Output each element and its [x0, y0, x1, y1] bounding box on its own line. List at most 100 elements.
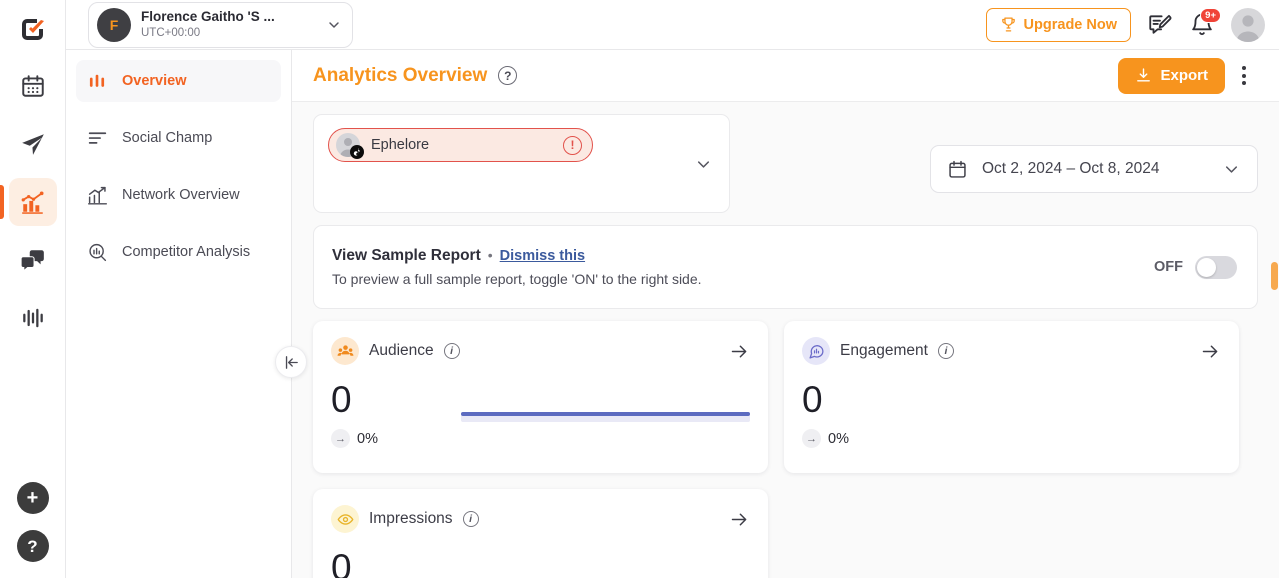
bar-chart-icon	[86, 70, 108, 92]
selected-account-chip[interactable]: Ephelore !	[328, 128, 593, 162]
main-header: Analytics Overview ? Export	[292, 50, 1279, 102]
card-body: 0 → 0%	[802, 381, 1221, 448]
help-button[interactable]: ?	[16, 530, 49, 562]
metric-cards-grid: Audience i 0 → 0% Engagement i 0 → 0% Im…	[313, 321, 1258, 578]
card-header: Impressions i	[331, 505, 750, 533]
trophy-icon	[1000, 16, 1017, 33]
analytics-main: Analytics Overview ? Export Ephelore ! O…	[292, 50, 1279, 578]
sidebar-item-overview[interactable]: Overview	[76, 60, 281, 102]
filters-row: Ephelore ! Oct 2, 2024 – Oct 8, 2024	[313, 114, 1258, 213]
calendar-icon	[947, 159, 968, 180]
metric-delta: → 0%	[331, 429, 461, 448]
info-icon[interactable]: i	[937, 343, 954, 359]
metric-delta-value: 0%	[357, 430, 378, 447]
compose-message-icon[interactable]	[1147, 12, 1173, 38]
export-button[interactable]: Export	[1118, 57, 1225, 94]
sidebar-item-competitor-analysis[interactable]: Competitor Analysis	[76, 231, 281, 273]
account-selector-panel: Ephelore !	[313, 114, 730, 213]
metric-column: 0 → 0%	[331, 381, 461, 448]
card-arrow-right-icon[interactable]	[1200, 341, 1221, 362]
account-warning-icon[interactable]: !	[563, 135, 582, 155]
top-bar-actions: Upgrade Now 9+	[985, 7, 1265, 42]
banner-title-row: View Sample Report • Dismiss this	[332, 247, 702, 265]
account-name: Florence Gaitho 'S ...	[141, 9, 275, 25]
card-arrow-right-icon[interactable]	[729, 509, 750, 530]
dismiss-this-link[interactable]: Dismiss this	[500, 248, 585, 264]
banner-subtitle: To preview a full sample report, toggle …	[332, 271, 702, 287]
top-bar: F Florence Gaitho 'S ... UTC+00:00 Upgra…	[66, 0, 1279, 50]
upgrade-now-label: Upgrade Now	[1023, 16, 1117, 33]
social-champ-logo[interactable]	[9, 8, 57, 52]
impressions-icon	[331, 505, 359, 533]
rail-item-publish[interactable]	[9, 120, 57, 168]
banner-texts: View Sample Report • Dismiss this To pre…	[332, 247, 702, 287]
card-header: Engagement i	[802, 337, 1221, 365]
toggle-state-label: OFF	[1154, 259, 1183, 275]
trend-flat-icon: →	[802, 429, 821, 448]
sparkline-track	[461, 411, 750, 422]
rail-item-monitor[interactable]	[9, 294, 57, 342]
page-help-icon[interactable]: ?	[498, 66, 518, 85]
audience-sparkline	[461, 408, 750, 422]
account-timezone: UTC+00:00	[141, 26, 201, 39]
date-range-text: Oct 2, 2024 – Oct 8, 2024	[982, 160, 1160, 177]
info-icon[interactable]: i	[443, 343, 460, 359]
page-title: Analytics Overview	[313, 64, 488, 86]
metric-delta: → 0%	[802, 429, 932, 448]
info-icon[interactable]: i	[462, 511, 479, 527]
card-body: 0	[331, 549, 750, 578]
metric-value: 0	[802, 379, 823, 420]
account-panel-chevron-down-icon[interactable]	[694, 155, 713, 174]
upgrade-now-button[interactable]: Upgrade Now	[985, 7, 1131, 42]
sidebar-item-social-champ[interactable]: Social Champ	[76, 117, 281, 159]
body-region: Overview Social Champ Network Overview C…	[66, 50, 1279, 578]
account-switcher[interactable]: F Florence Gaitho 'S ... UTC+00:00	[88, 1, 353, 48]
collapse-sidebar-button[interactable]	[275, 346, 307, 378]
metric-card-impressions[interactable]: Impressions i 0	[313, 489, 768, 578]
metric-value: 0	[331, 379, 352, 420]
metric-card-engagement[interactable]: Engagement i 0 → 0%	[784, 321, 1239, 473]
chart-search-icon	[86, 241, 108, 263]
card-label: Engagement	[840, 342, 928, 359]
card-arrow-right-icon[interactable]	[729, 341, 750, 362]
sample-report-toggle[interactable]	[1195, 255, 1237, 279]
right-region: F Florence Gaitho 'S ... UTC+00:00 Upgra…	[66, 0, 1279, 578]
tiktok-icon	[350, 145, 364, 159]
toggle-knob	[1197, 257, 1216, 277]
chip-avatar	[336, 133, 364, 159]
chevron-down-icon	[326, 17, 342, 33]
trend-flat-icon: →	[331, 429, 350, 448]
account-texts: Florence Gaitho 'S ... UTC+00:00	[141, 9, 316, 40]
scrollbar-thumb[interactable]	[1271, 262, 1278, 290]
metric-card-audience[interactable]: Audience i 0 → 0%	[313, 321, 768, 473]
rail-item-calendar[interactable]	[9, 62, 57, 110]
sidebar-item-label: Network Overview	[122, 187, 240, 203]
notifications-bell-icon[interactable]: 9+	[1189, 7, 1221, 38]
download-icon	[1135, 67, 1152, 84]
left-icon-rail: + ?	[0, 0, 66, 578]
audience-icon	[331, 337, 359, 365]
main-header-actions: Export	[1118, 57, 1257, 94]
banner-separator: •	[487, 247, 493, 263]
date-range-wrap: Oct 2, 2024 – Oct 8, 2024	[930, 114, 1258, 193]
banner-toggle-group: OFF	[1154, 255, 1237, 279]
engagement-icon	[802, 337, 830, 365]
add-button[interactable]: +	[16, 482, 49, 514]
sidebar-item-label: Overview	[122, 73, 187, 89]
page-scrollbar[interactable]	[1271, 50, 1278, 578]
app-root: + ? F Florence Gaitho 'S ... UTC+00:00 U…	[0, 0, 1279, 578]
metric-column: 0 → 0%	[802, 381, 932, 448]
card-header: Audience i	[331, 337, 750, 365]
sidebar-item-label: Social Champ	[122, 130, 213, 146]
rail-item-engage[interactable]	[9, 236, 57, 284]
sidebar-item-network-overview[interactable]: Network Overview	[76, 174, 281, 216]
card-label: Impressions	[369, 510, 453, 527]
sidebar-item-label: Competitor Analysis	[122, 244, 251, 260]
date-range-picker[interactable]: Oct 2, 2024 – Oct 8, 2024	[930, 145, 1258, 193]
notifications-count-badge: 9+	[1200, 7, 1221, 23]
more-options-icon[interactable]	[1231, 60, 1257, 92]
user-avatar[interactable]	[1231, 7, 1265, 42]
analytics-scroll-area: Ephelore ! Oct 2, 2024 – Oct 8, 2024 Vie…	[292, 102, 1279, 578]
card-label: Audience	[369, 342, 434, 359]
rail-item-analytics[interactable]	[0, 178, 57, 226]
